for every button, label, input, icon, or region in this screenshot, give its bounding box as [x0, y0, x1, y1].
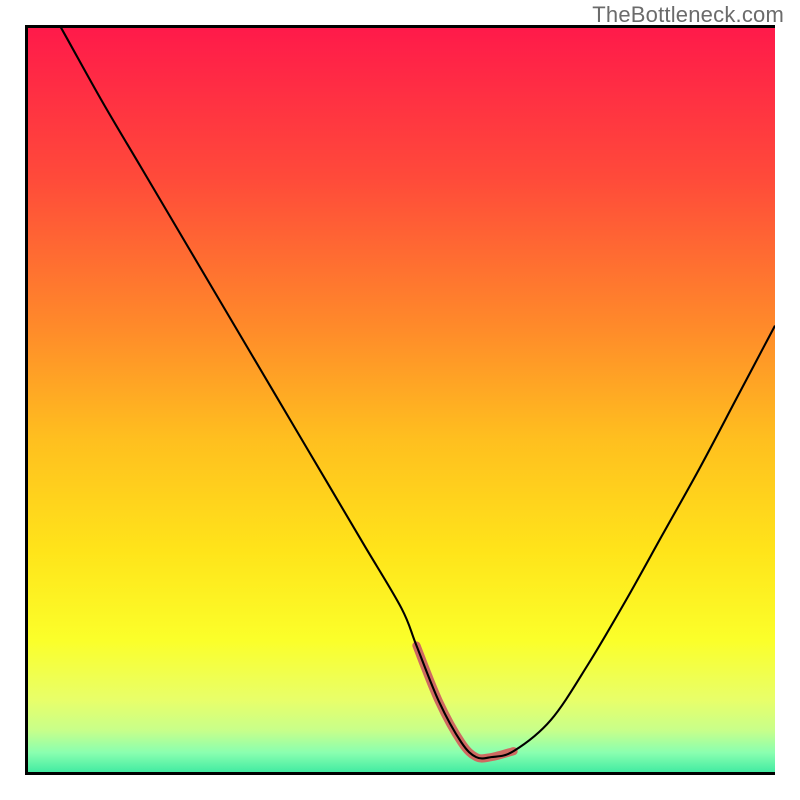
chart-line-layer	[28, 28, 775, 772]
chart-area	[25, 25, 775, 775]
trough-region	[416, 646, 513, 759]
bottleneck-curve	[28, 25, 775, 758]
attribution-label: TheBottleneck.com	[592, 2, 784, 28]
